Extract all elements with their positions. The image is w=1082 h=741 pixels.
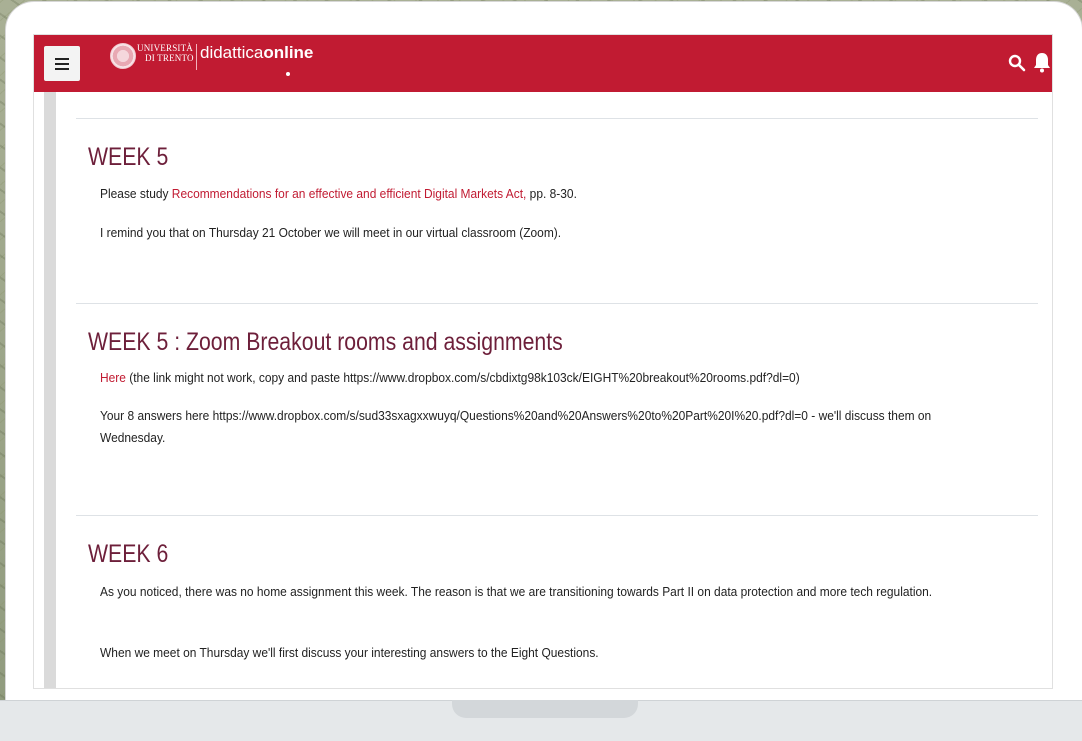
top-navbar: UNIVERSITÀ DI TRENTO didatticaonline <box>34 35 1052 92</box>
section-title: WEEK 5 <box>88 143 169 171</box>
site-brand-link[interactable]: didatticaonline <box>200 43 313 63</box>
section-title: WEEK 6 <box>88 540 169 568</box>
search-icon[interactable] <box>1008 54 1026 72</box>
section-paragraph: Here (the link might not work, copy and … <box>100 367 956 389</box>
breakout-rooms-link[interactable]: Here <box>100 370 126 385</box>
section-paragraph: Please study Recommendations for an effe… <box>100 183 956 205</box>
laptop-notch <box>452 700 638 718</box>
section-week-6: WEEK 6 As you noticed, there was no home… <box>76 515 1038 688</box>
logo-line-2: DI TRENTO <box>145 53 194 63</box>
text-suffix: (the link might not work, copy and paste… <box>125 370 800 385</box>
text-suffix: pp. 8-30. <box>526 186 577 201</box>
hamburger-icon[interactable] <box>44 46 80 81</box>
section-week-5-zoom: WEEK 5 : Zoom Breakout rooms and assignm… <box>76 303 1038 516</box>
brand-dot <box>286 72 290 76</box>
menu-lines-icon <box>55 57 69 70</box>
browser-screen: UNIVERSITÀ DI TRENTO didatticaonline WEE… <box>33 34 1053 689</box>
section-paragraph: As you noticed, there was no home assign… <box>100 584 933 599</box>
dma-recommendations-link[interactable]: Recommendations for an effective and eff… <box>172 186 527 201</box>
bell-icon[interactable] <box>1032 51 1052 73</box>
section-paragraph: When we meet on Thursday we'll first dis… <box>100 645 599 660</box>
section-title: WEEK 5 : Zoom Breakout rooms and assignm… <box>88 328 563 356</box>
left-drawer-rail <box>44 92 56 688</box>
section-week-5: WEEK 5 Please study Recommendations for … <box>76 118 1038 304</box>
brand-regular: didattica <box>200 43 264 62</box>
brand-bold: online <box>263 43 314 62</box>
text-prefix: Please study <box>100 186 172 201</box>
section-paragraph: I remind you that on Thursday 21 October… <box>100 225 562 240</box>
logo-divider <box>196 44 197 70</box>
university-seal-icon <box>110 43 136 69</box>
logo-line-1: UNIVERSITÀ <box>137 43 193 53</box>
section-paragraph: Your 8 answers here https://www.dropbox.… <box>100 408 932 445</box>
university-logo-text[interactable]: UNIVERSITÀ DI TRENTO <box>137 43 194 63</box>
